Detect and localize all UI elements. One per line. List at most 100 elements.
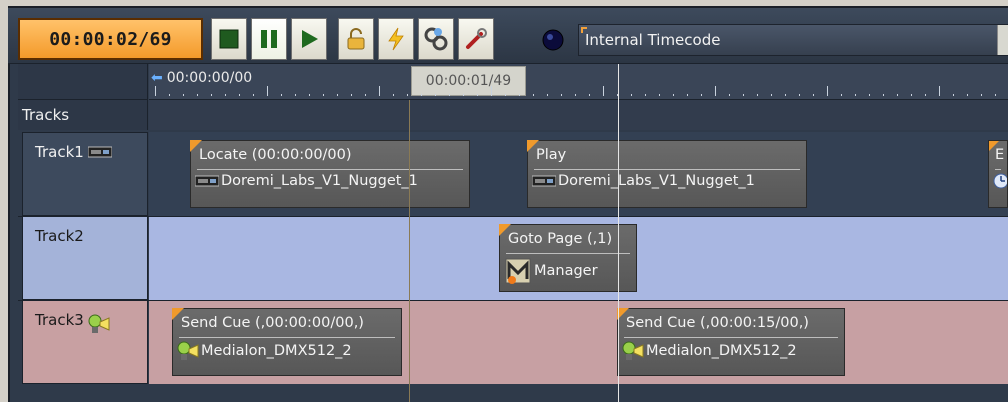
cue-send-cue-2[interactable]: Send Cue (,00:00:15/00,) Medialon_DMX512… [617,308,845,376]
cue-device: Medialon_DMX512_2 [177,341,352,361]
ruler-tick [449,94,450,96]
ruler-tick [393,94,394,96]
ruler-tick [659,94,660,96]
cue-goto-page[interactable]: Goto Page (,1) Manager [499,224,637,292]
lock-icon [347,28,365,50]
ruler-tick [295,94,296,96]
cue-divider [534,169,800,170]
cue-title: E [995,147,1005,163]
ruler-tick [281,94,282,96]
ruler-tick [631,94,632,96]
cue-device: Medialon_DMX512_2 [622,341,797,361]
track-name: Track2 [35,227,84,245]
ruler-tick [757,94,758,96]
ruler-tick [351,94,352,96]
tracks-header: Tracks [18,100,148,130]
cue-device: Manager [504,257,598,285]
ruler-tick [435,94,436,96]
ruler-tick [813,94,814,96]
tools-button[interactable] [458,18,494,60]
manager-icon [505,258,531,284]
ruler-tick [981,94,982,96]
ruler-tick [491,86,492,96]
time-ruler[interactable]: ⬅ 00:00:00/00 00:00:01/49 [149,64,1008,100]
ruler-tick [939,86,940,96]
ruler-tick [197,94,198,96]
ruler-tick [463,94,464,96]
ruler-tick [589,94,590,96]
toolbar: 00:00:02/69 Internal Timecode [8,8,1008,64]
timeline-bottom [18,384,1008,402]
timecode-source-label: Internal Timecode [585,31,721,49]
ruler-tick [575,94,576,96]
mouse-cursor-line [409,100,410,402]
play-icon [302,30,318,48]
track-header-2[interactable]: Track2 [22,216,148,300]
cue-device-name: Medialon_DMX512_2 [201,343,352,359]
cue-title: Send Cue (,00:00:00/00,) [181,315,364,331]
ruler-tick [239,94,240,96]
ruler-tick [169,94,170,96]
video-player-icon [87,146,112,158]
tracks-header-band [149,100,1008,130]
video-player-icon [532,175,556,187]
cue-device-name: Doremi_Labs_V1_Nugget_1 [558,173,755,189]
ruler-tick [687,94,688,96]
flash-button[interactable] [378,18,414,60]
ruler-tick [729,94,730,96]
ruler-tick [407,94,408,96]
play-button[interactable] [291,18,327,60]
cue-divider [179,337,395,338]
ruler-tick [379,86,380,96]
ruler-tick [533,94,534,96]
ruler-tick [771,94,772,96]
timecode-source-select[interactable]: Internal Timecode [578,24,1008,56]
ruler-tick [995,94,996,96]
ruler-tick [421,94,422,96]
lock-button[interactable] [338,18,374,60]
ruler-tick [897,94,898,96]
cursor-time-tooltip: 00:00:01/49 [411,66,526,96]
ruler-tick [519,94,520,96]
ruler-tick [183,94,184,96]
pin-icon [581,27,587,33]
ruler-tick [337,94,338,96]
ruler-tick [883,94,884,96]
playhead[interactable] [618,64,619,402]
pause-button[interactable] [251,18,287,60]
cue-send-cue-1[interactable]: Send Cue (,00:00:00/00,) Medialon_DMX512… [172,308,402,376]
ruler-tick [841,94,842,96]
ruler-tick [267,86,268,96]
devices-button[interactable] [418,18,454,60]
cue-play[interactable]: Play Doremi_Labs_V1_Nugget_1 [527,140,807,208]
ruler-tick [505,94,506,96]
track-header-3[interactable]: Track3 [22,300,148,384]
stop-button[interactable] [211,18,247,60]
cue-title: Send Cue (,00:00:15/00,) [626,315,809,331]
ruler-tick [323,94,324,96]
clock-icon [993,173,1007,189]
cue-partial[interactable]: E [988,140,1008,208]
ruler-tick [967,94,968,96]
ruler-tick [547,94,548,96]
cue-device: Doremi_Labs_V1_Nugget_1 [195,173,418,189]
lightning-icon [388,27,404,51]
dropdown-arrow-icon[interactable] [997,25,1008,55]
ruler-tick [701,94,702,96]
track-name: Track1 [35,143,84,161]
cue-locate[interactable]: Locate (00:00:00/00) Doremi_Labs_V1_Nugg… [190,140,470,208]
cue-device-name: Manager [534,263,598,279]
dmx-light-icon [88,314,110,333]
dmx-light-icon [177,341,199,360]
ruler-tick [869,94,870,96]
ruler-tick [785,94,786,96]
ruler-tick [309,94,310,96]
track-header-1[interactable]: Track1 [22,132,148,216]
ruler-start-time: 00:00:00/00 [166,70,253,86]
ruler-tick [855,94,856,96]
timecode-display: 00:00:02/69 [18,18,203,60]
sync-status-icon [542,29,564,51]
arrow-left-icon: ⬅ [151,70,163,86]
cue-divider [197,169,463,170]
ruler-tick [715,86,716,96]
